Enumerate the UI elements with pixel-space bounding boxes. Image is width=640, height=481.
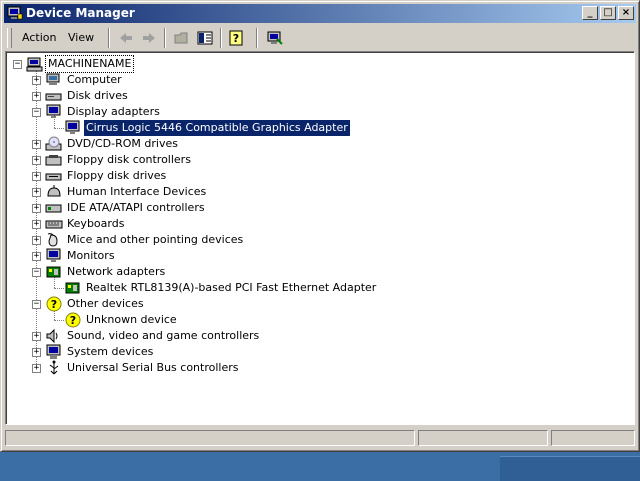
svg-text:?: ? bbox=[233, 32, 239, 45]
monitor-icon bbox=[65, 120, 80, 134]
expand-toggle[interactable]: + bbox=[32, 220, 41, 229]
tree-device-label: Unknown device bbox=[86, 313, 177, 326]
collapse-toggle[interactable]: − bbox=[32, 300, 41, 309]
svg-text:?: ? bbox=[70, 314, 76, 327]
close-button[interactable]: × bbox=[618, 6, 634, 20]
disk-drive-icon bbox=[45, 93, 62, 101]
tree-category-label: Display adapters bbox=[67, 105, 160, 118]
title-bar[interactable]: Device Manager _ □ × bbox=[4, 4, 636, 23]
network-icon bbox=[46, 266, 61, 278]
expand-toggle[interactable]: + bbox=[32, 140, 41, 149]
system-icon bbox=[46, 344, 61, 359]
tree-category-label: Keyboards bbox=[67, 217, 125, 230]
collapse-toggle[interactable]: − bbox=[32, 108, 41, 117]
maximize-button[interactable]: □ bbox=[600, 6, 616, 20]
tree-category-label: Mice and other pointing devices bbox=[67, 233, 244, 246]
show-hide-tree-icon[interactable] bbox=[196, 30, 214, 46]
status-panel-3 bbox=[551, 430, 635, 446]
back-icon[interactable] bbox=[117, 30, 135, 46]
cdrom-icon bbox=[45, 136, 62, 151]
minimize-button[interactable]: _ bbox=[582, 6, 598, 20]
tree-category-label: Floppy disk drives bbox=[67, 169, 167, 182]
toolbar-separator bbox=[108, 28, 110, 48]
mouse-icon bbox=[47, 233, 58, 247]
tree-line bbox=[54, 128, 64, 129]
expand-toggle[interactable]: + bbox=[32, 364, 41, 373]
tree-line bbox=[54, 288, 64, 289]
expand-toggle[interactable]: + bbox=[32, 156, 41, 165]
toolbar-separator bbox=[256, 28, 258, 48]
floppy-controller-icon bbox=[45, 155, 62, 166]
menu-toolbar: Action View ? bbox=[4, 25, 636, 51]
ide-icon bbox=[45, 204, 62, 213]
svg-text:?: ? bbox=[51, 298, 57, 311]
properties-icon[interactable] bbox=[266, 30, 284, 46]
device-tree[interactable]: − MACHINENAME + Computer + Disk drives − Disp… bbox=[5, 51, 635, 425]
tree-category-label: Universal Serial Bus controllers bbox=[67, 361, 239, 374]
device-manager-app-icon bbox=[7, 6, 23, 20]
expand-toggle[interactable]: + bbox=[32, 332, 41, 341]
tree-line bbox=[54, 320, 64, 321]
tree-category-label: System devices bbox=[67, 345, 154, 358]
tree-category-label: DVD/CD-ROM drives bbox=[67, 137, 178, 150]
expand-toggle[interactable]: + bbox=[32, 172, 41, 181]
sound-icon bbox=[46, 328, 58, 344]
monitor-icon bbox=[46, 248, 61, 262]
computer-icon bbox=[26, 57, 43, 72]
collapse-toggle[interactable]: − bbox=[32, 268, 41, 277]
tree-category-label: Other devices bbox=[67, 297, 144, 310]
help-icon[interactable]: ? bbox=[228, 30, 246, 46]
tree-category-label: IDE ATA/ATAPI controllers bbox=[67, 201, 205, 214]
expand-toggle[interactable]: + bbox=[32, 204, 41, 213]
menu-action[interactable]: Action bbox=[22, 31, 56, 44]
floppy-drive-icon bbox=[45, 173, 62, 181]
taskbar-area bbox=[500, 456, 640, 481]
expand-toggle[interactable]: + bbox=[32, 252, 41, 261]
hid-icon bbox=[47, 185, 61, 197]
menu-view[interactable]: View bbox=[68, 31, 94, 44]
forward-icon[interactable] bbox=[140, 30, 158, 46]
status-bar bbox=[5, 429, 635, 447]
expand-toggle[interactable]: + bbox=[32, 348, 41, 357]
window-title: Device Manager bbox=[26, 6, 135, 20]
tree-category-label: Monitors bbox=[67, 249, 115, 262]
monitor-icon bbox=[46, 104, 61, 118]
device-manager-window: Device Manager _ □ × Action View ? − MAC… bbox=[0, 0, 640, 452]
tree-category-label: Sound, video and game controllers bbox=[67, 329, 260, 342]
tree-category-label: Disk drives bbox=[67, 89, 128, 102]
keyboard-icon bbox=[45, 220, 63, 229]
tree-device-label: Cirrus Logic 5446 Compatible Graphics Ad… bbox=[83, 119, 351, 137]
expand-toggle[interactable]: + bbox=[32, 236, 41, 245]
folder-icon[interactable] bbox=[173, 30, 191, 46]
expand-toggle[interactable]: + bbox=[32, 188, 41, 197]
expand-toggle[interactable]: + bbox=[32, 76, 41, 85]
tree-device-label: Realtek RTL8139(A)-based PCI Fast Ethern… bbox=[86, 281, 377, 294]
toolbar-separator bbox=[164, 28, 166, 48]
toolbar-separator bbox=[220, 28, 222, 48]
computer-icon bbox=[46, 73, 60, 85]
tree-category-label: Network adapters bbox=[67, 265, 166, 278]
tree-category-label: Floppy disk controllers bbox=[67, 153, 191, 166]
usb-icon bbox=[49, 360, 59, 375]
status-panel-main bbox=[5, 430, 415, 446]
question-icon: ? bbox=[46, 296, 62, 312]
toolbar-grip bbox=[7, 28, 12, 48]
tree-category-label: Human Interface Devices bbox=[67, 185, 207, 198]
desktop-background bbox=[0, 452, 640, 481]
expand-toggle[interactable]: + bbox=[32, 92, 41, 101]
collapse-toggle[interactable]: − bbox=[13, 60, 22, 69]
status-panel-2 bbox=[418, 430, 548, 446]
network-icon bbox=[65, 282, 80, 294]
question-icon: ? bbox=[65, 312, 81, 328]
tree-category-label: Computer bbox=[67, 73, 122, 86]
tree-root-label: MACHINENAME bbox=[44, 55, 135, 73]
